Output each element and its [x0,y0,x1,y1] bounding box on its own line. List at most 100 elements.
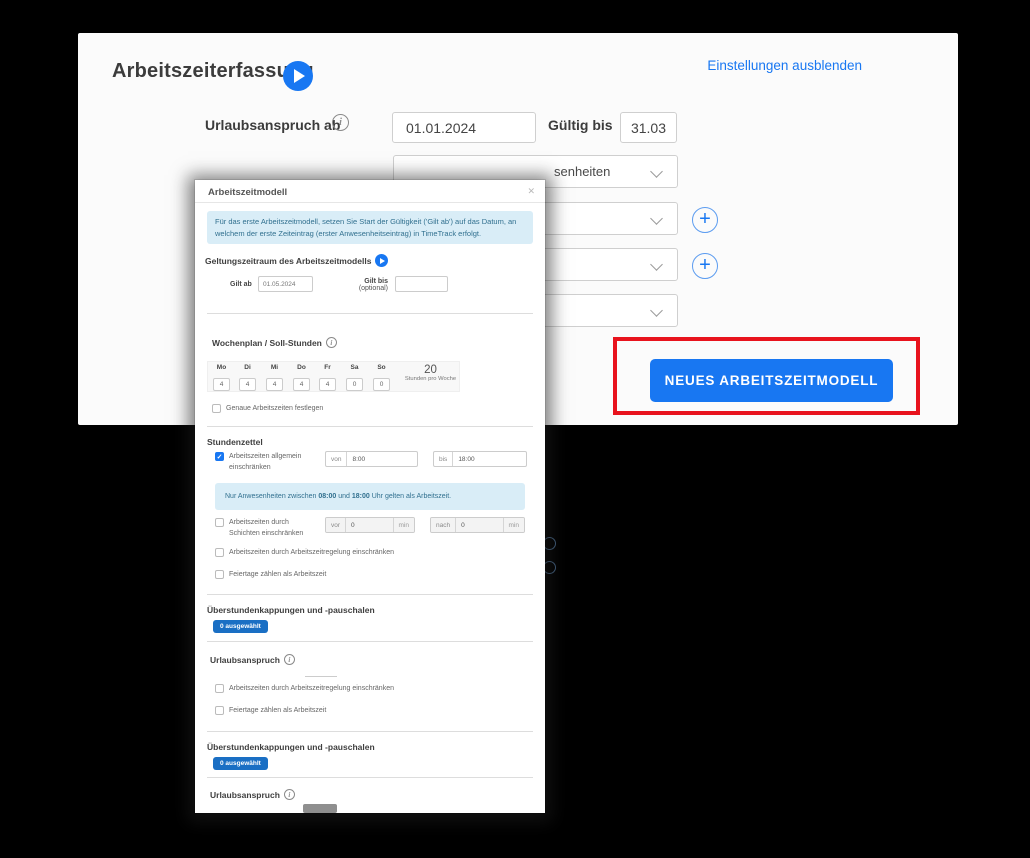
day-column: Fr [319,364,336,391]
regulation-restrict-row: Arbeitszeiten durch Arbeitszeitregelung … [215,548,394,559]
regulation-restrict-checkbox[interactable] [215,548,224,557]
chevron-down-icon [650,165,663,178]
play-icon[interactable] [283,61,313,91]
day-hours-input[interactable] [346,378,363,391]
gilt-ab-input[interactable] [258,276,313,292]
overtime-section-heading: Überstundenkappungen und -pauschalen [207,605,375,615]
holidays-count-checkbox[interactable] [215,570,224,579]
exact-times-label: Genaue Arbeitszeiten festlegen [226,404,323,415]
holidays-count-checkbox[interactable] [215,706,224,715]
add-icon[interactable]: + [692,253,718,279]
info-icon[interactable]: i [326,337,337,348]
regulation-restrict-row-2: Arbeitszeiten durch Arbeitszeitregelung … [215,684,394,695]
total-hours-label: Stunden pro Woche [403,376,458,382]
bis-time-group: bis 18:00 [433,451,527,467]
chevron-down-icon [650,212,663,225]
day-column: Sa [346,364,363,391]
regulation-restrict-label: Arbeitszeiten durch Arbeitszeitregelung … [229,684,394,695]
day-hours-input[interactable] [373,378,390,391]
divider [207,777,533,778]
info-glyph: i [330,339,332,347]
day-hours-input[interactable] [319,378,336,391]
day-label: Mi [266,364,283,371]
info-glyph: i [339,117,342,128]
divider [207,641,533,642]
day-hours-input[interactable] [213,378,230,391]
dropdown-label: senheiten [394,164,610,179]
worktime-hint-banner: Nur Anwesenheiten zwischen 08:00 und 18:… [215,483,525,510]
overtime-section-heading-2: Überstundenkappungen und -pauschalen [207,742,375,752]
overtime-selected-badge[interactable]: 0 ausgewählt [213,620,268,633]
day-column: Mi [266,364,283,391]
new-work-model-button[interactable]: NEUES ARBEITSZEITMODELL [650,359,893,402]
shifts-restrict-checkbox[interactable] [215,518,224,527]
day-label: Mo [213,364,230,371]
day-hours-input[interactable] [293,378,310,391]
general-restrict-label: Arbeitszeiten allgemein einschränken [229,452,315,473]
close-icon[interactable]: ✕ [527,186,535,197]
add-icon[interactable]: + [692,207,718,233]
day-column: So [373,364,390,391]
work-model-dialog: Arbeitszeitmodell ✕ Für das erste Arbeit… [195,180,545,813]
info-icon[interactable]: i [284,789,295,800]
gilt-bis-label-text: Gilt bis [364,278,388,285]
exact-times-checkbox[interactable] [212,404,221,413]
day-column: Do [293,364,310,391]
settings-toggle-link[interactable]: Einstellungen ausblenden [707,58,862,73]
day-hours-input[interactable] [266,378,283,391]
chevron-down-icon [650,304,663,317]
validity-section-heading: Geltungszeitraum des Arbeitszeitmodells [205,254,388,267]
vacation-section-heading: Urlaubsanspruch i [210,654,295,665]
valid-until-label: Gültig bis [548,117,613,133]
banner-text: und [336,493,352,500]
banner-time-from: 08:00 [318,493,336,500]
shifts-restrict-label: Arbeitszeiten durch Schichten einschränk… [229,518,315,539]
day-column: Di [239,364,256,391]
day-label: Fr [319,364,336,371]
info-icon[interactable]: i [284,654,295,665]
min-suffix: min [393,518,414,532]
von-time-input[interactable]: 8:00 [347,452,417,466]
banner-text: Uhr gelten als Arbeitszeit. [370,493,451,500]
overtime-selected-badge-2[interactable]: 0 ausgewählt [213,757,268,770]
von-prefix: von [326,452,347,466]
gilt-bis-input[interactable] [395,276,448,292]
divider [207,594,533,595]
vor-min-input[interactable]: 0 [346,518,392,532]
timesheet-section-heading: Stundenzettel [207,437,263,447]
vor-min-group: vor 0 min [325,517,415,533]
mini-divider [305,676,337,677]
day-label: Sa [346,364,363,371]
vacation-from-input[interactable] [392,112,536,143]
holidays-count-row-2: Feiertage zählen als Arbeitszeit [215,706,326,717]
banner-text: Nur Anwesenheiten zwischen [225,493,318,500]
info-glyph: i [288,656,290,664]
day-column: Mo [213,364,230,391]
vacation-from-label: Urlaubsanspruch ab [205,117,340,133]
vor-prefix: vor [326,518,346,532]
divider [207,731,533,732]
valid-until-input[interactable] [620,112,677,143]
gilt-ab-label: Gilt ab [230,281,252,288]
overtime-heading-text: Überstundenkappungen und -pauschalen [207,742,375,752]
regulation-restrict-label: Arbeitszeiten durch Arbeitszeitregelung … [229,548,394,559]
nach-min-input[interactable]: 0 [456,518,502,532]
general-restrict-checkbox[interactable]: ✓ [215,452,224,461]
exact-times-row: Genaue Arbeitszeiten festlegen [212,404,323,415]
dialog-title: Arbeitszeitmodell [208,187,287,198]
holidays-count-row: Feiertage zählen als Arbeitszeit [215,570,326,581]
weekplan-section-heading: Wochenplan / Soll-Stunden i [212,337,337,348]
day-hours-input[interactable] [239,378,256,391]
holidays-count-label: Feiertage zählen als Arbeitszeit [229,570,326,581]
info-icon[interactable]: i [332,114,349,131]
play-icon[interactable] [375,254,388,267]
weekplan-table: Mo Di Mi Do Fr Sa So 20 Stunden pro Woch… [207,361,460,392]
divider [207,313,533,314]
day-label: Di [239,364,256,371]
banner-time-to: 18:00 [352,493,370,500]
day-label: Do [293,364,310,371]
regulation-restrict-checkbox[interactable] [215,684,224,693]
bis-time-input[interactable]: 18:00 [453,452,526,466]
cut-off-element-fragment [303,804,337,813]
vacation-heading-text: Urlaubsanspruch [210,790,280,800]
